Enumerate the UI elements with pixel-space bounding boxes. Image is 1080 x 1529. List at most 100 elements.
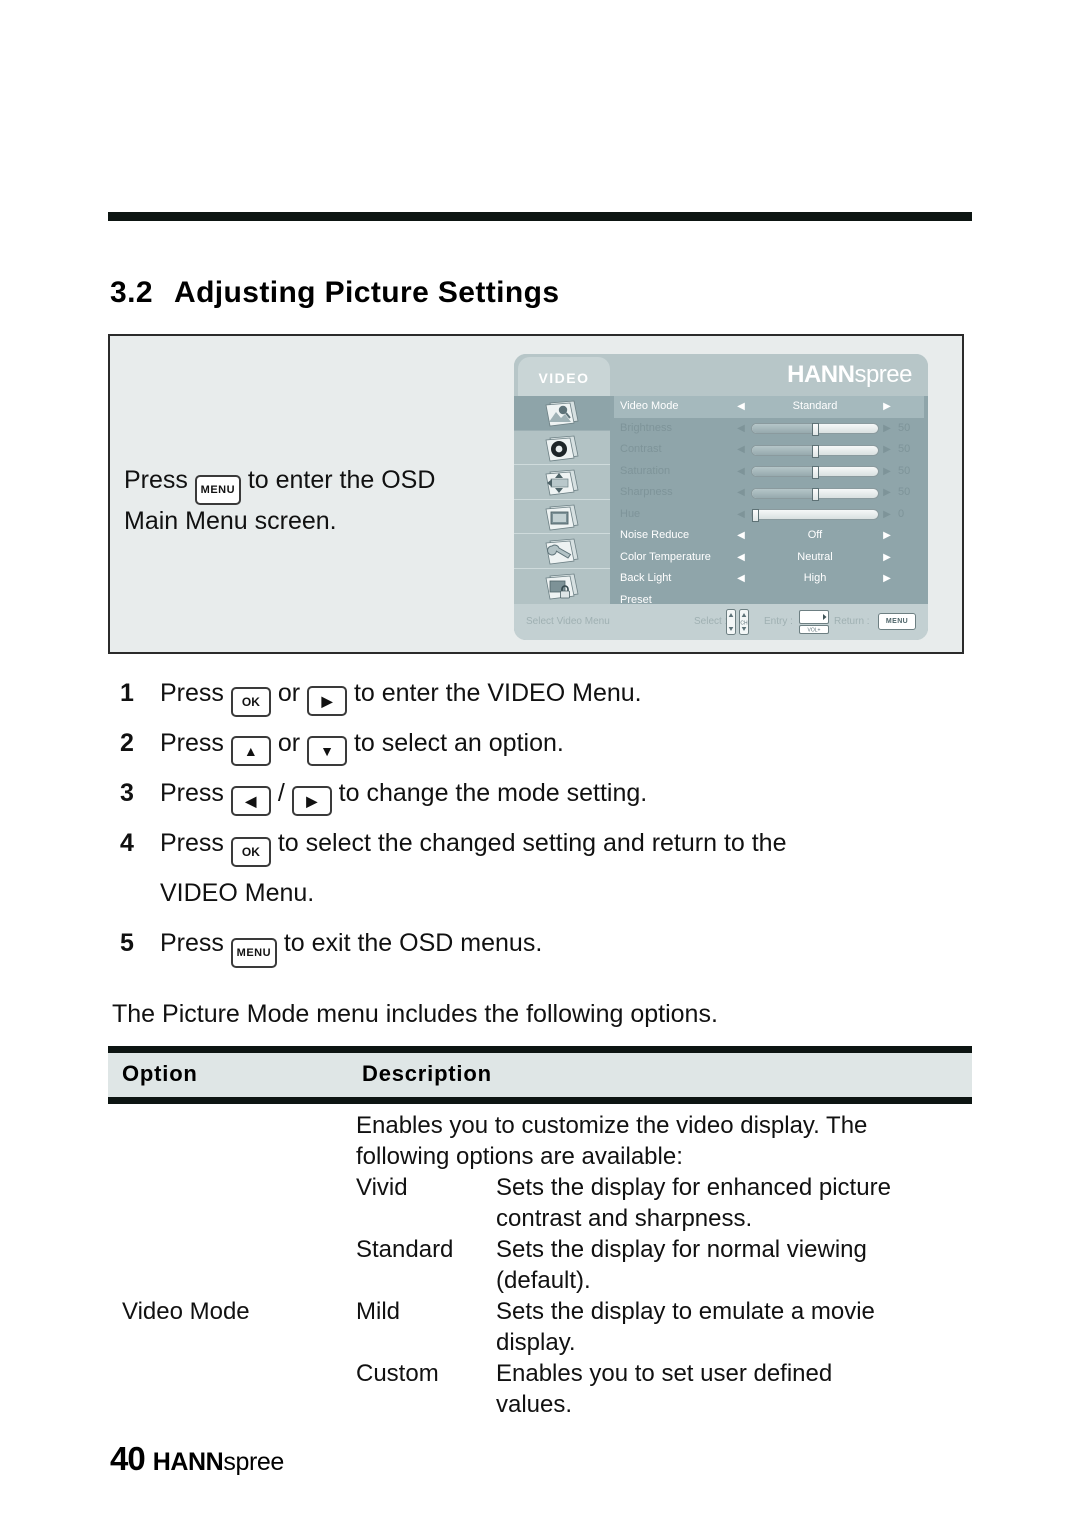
left-arrow-icon[interactable]: ◀ xyxy=(736,461,746,483)
step-2-number: 2 xyxy=(120,729,134,757)
sub-option-desc-line2: display. xyxy=(496,1329,576,1356)
osd-slider-saturation[interactable] xyxy=(751,466,879,479)
right-arrow-key-glyph: ▶ xyxy=(307,686,347,716)
osd-value-saturation: 50 xyxy=(898,464,911,477)
osd-row-sharpness[interactable]: Sharpness ◀ ▶ 50 xyxy=(614,482,924,504)
left-arrow-icon[interactable]: ◀ xyxy=(736,396,746,418)
table-cell-description: Enables you to customize the video displ… xyxy=(356,1110,966,1420)
sub-option-name: Mild xyxy=(356,1298,401,1325)
sub-option-name: Standard xyxy=(356,1236,454,1263)
sub-option-desc-line2: contrast and sharpness. xyxy=(496,1205,753,1232)
caption-tail-line1: to enter the OSD xyxy=(247,466,436,494)
sub-option-vivid-cont: contrast and sharpness. xyxy=(356,1203,966,1234)
osd-row-noise-reduce[interactable]: Noise Reduce ◀ Off ▶ xyxy=(614,525,924,547)
osd-sidebar-item-screen[interactable] xyxy=(514,499,610,535)
sub-option-name: Custom xyxy=(356,1360,439,1387)
osd-brand-bold: HANN xyxy=(787,361,855,388)
right-arrow-icon[interactable]: ▶ xyxy=(882,525,892,547)
osd-sidebar-item-audio[interactable] xyxy=(514,430,610,466)
osd-label-hue: Hue xyxy=(620,507,641,520)
page-footer: 40 HANNspree xyxy=(110,1440,284,1478)
desc-intro-line1: Enables you to customize the video displ… xyxy=(356,1112,868,1139)
sub-option-vivid: Vivid Sets the display for enhanced pict… xyxy=(356,1172,966,1203)
osd-row-video-mode[interactable]: Video Mode ◀ Standard ▶ xyxy=(614,396,924,418)
step-4: 4 Press OK to select the changed setting… xyxy=(108,818,968,868)
left-arrow-icon[interactable]: ◀ xyxy=(736,439,746,461)
osd-row-back-light[interactable]: Back Light ◀ High ▶ xyxy=(614,568,924,590)
desc-intro-line2: following options are available: xyxy=(356,1143,683,1170)
left-arrow-key-glyph: ◀ xyxy=(230,786,271,816)
sub-option-custom: Custom Enables you to set user defined xyxy=(356,1358,966,1389)
osd-select-updown-buttons[interactable]: CH xyxy=(726,609,750,635)
osd-tab-video[interactable]: VIDEO xyxy=(518,357,610,396)
right-arrow-icon[interactable]: ▶ xyxy=(882,418,892,440)
right-arrow-icon[interactable]: ▶ xyxy=(882,504,892,526)
illustration-caption: Press MENU to enter the OSD Main Menu sc… xyxy=(124,464,514,538)
osd-slider-brightness[interactable] xyxy=(751,423,879,436)
right-arrow-icon[interactable]: ▶ xyxy=(882,568,892,590)
osd-row-saturation[interactable]: Saturation ◀ ▶ 50 xyxy=(614,461,924,483)
ok-key-glyph: OK xyxy=(230,837,271,867)
osd-value-hue: 0 xyxy=(898,507,905,520)
sub-option-mild-cont: display. xyxy=(356,1327,966,1358)
right-arrow-icon[interactable]: ▶ xyxy=(882,482,892,504)
osd-label-saturation: Saturation xyxy=(620,464,671,477)
table-header-rule xyxy=(108,1097,972,1104)
sub-option-mild: Mild Sets the display to emulate a movie xyxy=(356,1296,966,1327)
right-arrow-icon[interactable]: ▶ xyxy=(882,396,892,418)
osd-row-contrast[interactable]: Contrast ◀ ▶ 50 xyxy=(614,439,924,461)
sub-option-desc-line1: Sets the display for normal viewing xyxy=(496,1236,867,1263)
page-number: 40 xyxy=(110,1440,146,1477)
left-arrow-icon[interactable]: ◀ xyxy=(736,504,746,526)
osd-sidebar-item-adjust[interactable] xyxy=(514,465,610,500)
osd-entry-button[interactable]: VOL+ xyxy=(799,610,829,634)
osd-row-brightness[interactable]: Brightness ◀ ▶ 50 xyxy=(614,418,924,440)
osd-slider-contrast[interactable] xyxy=(751,444,879,458)
osd-titlebar: VIDEO HANNspree xyxy=(514,354,928,396)
caption-line2: Main Menu screen. xyxy=(124,507,337,535)
osd-label-back-light: Back Light xyxy=(620,572,672,584)
menu-key-glyph: MENU xyxy=(194,475,241,505)
left-arrow-icon[interactable]: ◀ xyxy=(736,418,746,440)
step-2-or: or xyxy=(277,729,301,757)
table-intro-text: The Picture Mode menu includes the follo… xyxy=(112,1000,718,1028)
osd-brand-light: spree xyxy=(854,361,912,388)
right-arrow-icon[interactable]: ▶ xyxy=(882,547,892,569)
osd-menu: VIDEO HANNspree Video Mode ◀ Standard ▶ … xyxy=(514,354,928,640)
osd-row-color-temperature[interactable]: Color Temperature ◀ Neutral ▶ xyxy=(614,547,924,569)
osd-return-menu-button[interactable]: MENU xyxy=(878,613,916,630)
document-page: 3.2 Adjusting Picture Settings Press MENU… xyxy=(0,0,1080,1529)
step-4-number: 4 xyxy=(120,829,134,857)
sub-option-desc-line1: Sets the display for enhanced picture xyxy=(496,1174,891,1201)
header-rule xyxy=(108,212,972,221)
osd-footer-return-label: Return : xyxy=(834,616,870,627)
osd-sidebar-item-picture[interactable] xyxy=(514,396,610,431)
osd-footer-select-label: Select : xyxy=(694,616,728,627)
osd-value-noise-reduce: Off xyxy=(807,529,823,541)
right-arrow-icon[interactable]: ▶ xyxy=(882,461,892,483)
step-2-press: Press xyxy=(160,729,224,757)
left-arrow-icon[interactable]: ◀ xyxy=(736,482,746,504)
step-1-press: Press xyxy=(160,679,224,707)
osd-slider-sharpness[interactable] xyxy=(751,487,879,501)
osd-label-sharpness: Sharpness xyxy=(620,486,673,498)
sub-option-standard-cont: (default). xyxy=(356,1265,966,1296)
step-4-tail: to select the changed setting and return… xyxy=(277,829,787,857)
osd-slider-hue[interactable] xyxy=(751,509,879,522)
osd-row-hue[interactable]: Hue ◀ ▶ 0 xyxy=(614,504,924,526)
right-arrow-icon[interactable]: ▶ xyxy=(882,439,892,461)
osd-value-video-mode: Standard xyxy=(792,400,838,412)
sub-option-standard: Standard Sets the display for normal vie… xyxy=(356,1234,966,1265)
right-arrow-key-glyph: ▶ xyxy=(291,786,332,816)
left-arrow-icon[interactable]: ◀ xyxy=(736,525,746,547)
osd-sidebar-item-lock[interactable] xyxy=(514,568,610,604)
sub-option-desc-line1: Sets the display to emulate a movie xyxy=(496,1298,875,1325)
sub-option-desc-line2: values. xyxy=(496,1391,573,1418)
sub-option-desc-line1: Enables you to set user defined xyxy=(496,1360,833,1387)
step-5-number: 5 xyxy=(120,929,134,957)
step-1-tail: to enter the VIDEO Menu. xyxy=(353,679,642,707)
left-arrow-icon[interactable]: ◀ xyxy=(736,568,746,590)
table-cell-option-video-mode: Video Mode xyxy=(122,1298,250,1325)
left-arrow-icon[interactable]: ◀ xyxy=(736,547,746,569)
osd-sidebar-item-setup[interactable] xyxy=(514,534,610,569)
